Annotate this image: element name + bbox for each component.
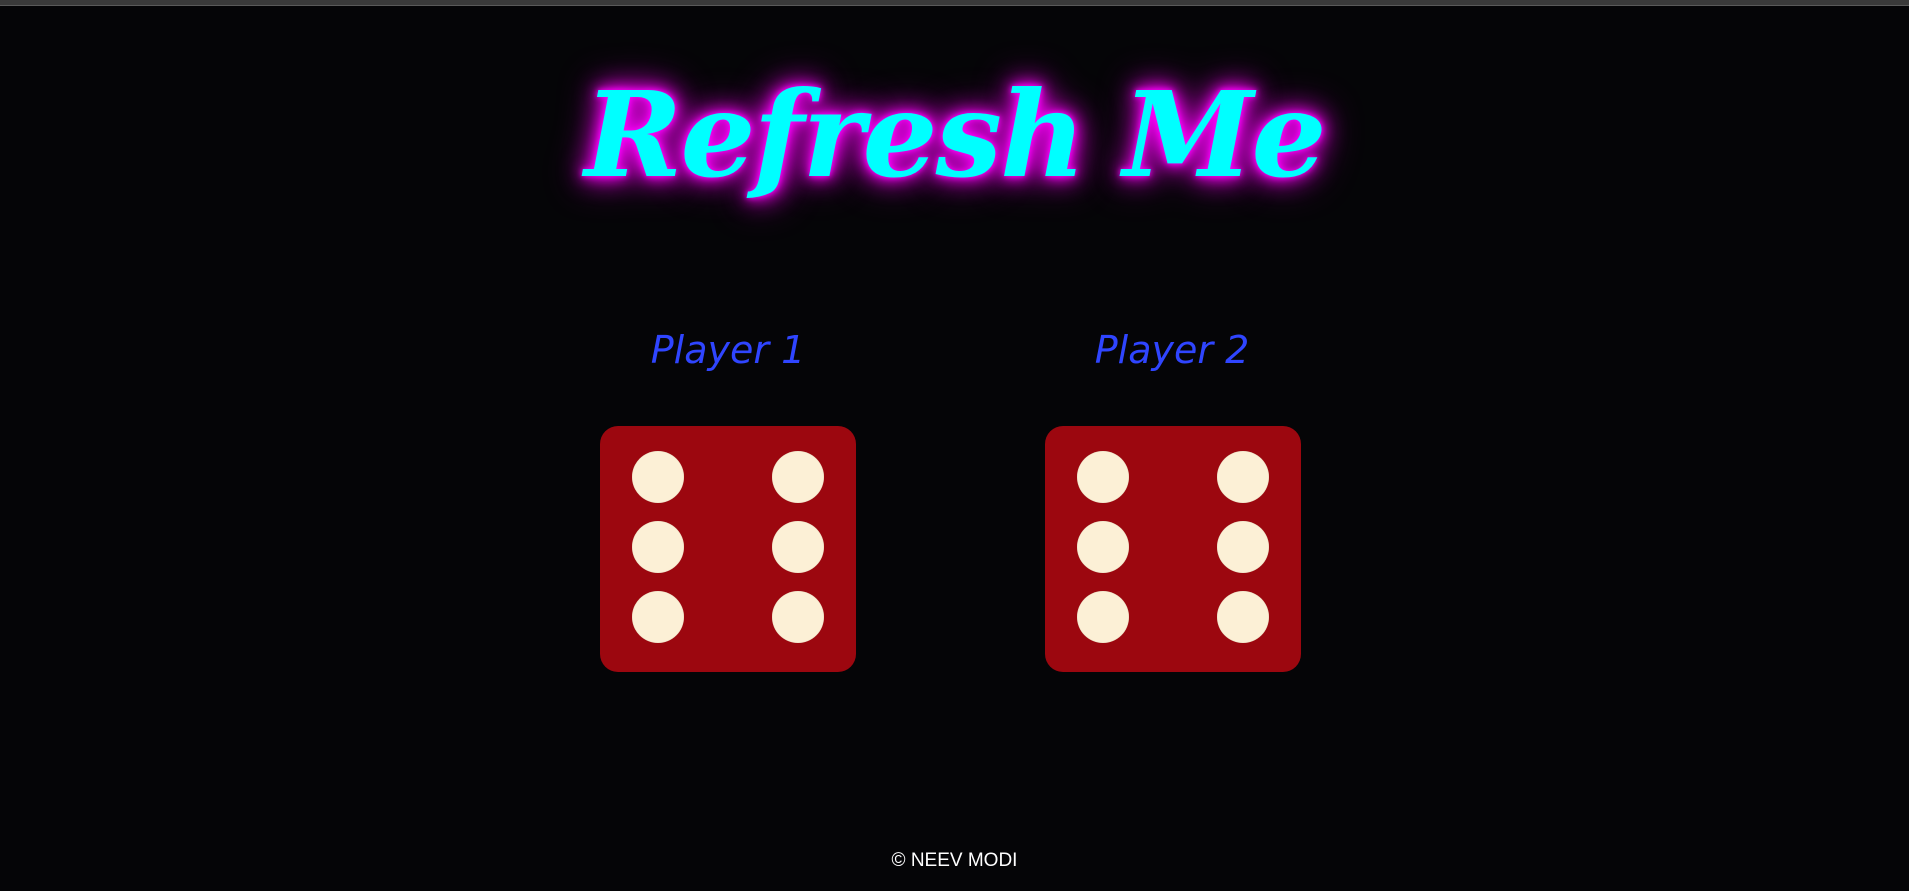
die-pip xyxy=(1217,451,1269,503)
player-2-label: Player 2 xyxy=(1094,328,1250,372)
die-pip xyxy=(632,521,684,573)
player-1-label: Player 1 xyxy=(650,328,806,372)
player-1-panel: Player 1 xyxy=(578,320,878,380)
die-pip xyxy=(772,521,824,573)
player-1-die xyxy=(600,426,856,672)
die-pip xyxy=(772,591,824,643)
die-pip xyxy=(1077,451,1129,503)
die-pip xyxy=(1217,521,1269,573)
browser-top-strip xyxy=(0,0,1909,6)
die-pip xyxy=(1077,521,1129,573)
die-pip xyxy=(632,451,684,503)
page-title: Refresh Me xyxy=(584,65,1326,204)
footer-copyright: © NEEV MODI xyxy=(891,850,1018,871)
die-pip xyxy=(632,591,684,643)
player-2-die xyxy=(1045,426,1301,672)
die-pip xyxy=(1217,591,1269,643)
player-2-panel: Player 2 xyxy=(1022,320,1322,380)
die-pip xyxy=(1077,591,1129,643)
die-pip xyxy=(772,451,824,503)
